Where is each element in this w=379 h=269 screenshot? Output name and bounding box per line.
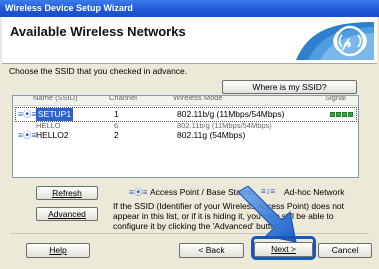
where-is-ssid-button[interactable]: Where is my SSID? xyxy=(222,80,357,94)
wireless-logo-icon: 𝓅 xyxy=(296,22,374,60)
advanced-label: Advanced xyxy=(48,209,86,219)
column-signal: Signal xyxy=(325,95,346,102)
column-ssid: Name (SSID) xyxy=(33,95,78,102)
network-ssid: SETUP1 xyxy=(36,108,74,121)
list-header: Name (SSID) Channel Wireless Mode Signal xyxy=(13,96,358,106)
page-title: Available Wireless Networks xyxy=(10,24,186,39)
help-label: Help xyxy=(49,245,67,255)
cancel-button[interactable]: Cancel xyxy=(318,243,372,258)
pointer-arrow-icon xyxy=(237,186,297,242)
help-button[interactable]: Help xyxy=(26,243,90,258)
instruction-text: Choose the SSID that you checked in adva… xyxy=(9,66,188,76)
column-mode: Wireless Mode xyxy=(173,95,223,102)
access-point-legend-icon: ≡⦿≡ xyxy=(129,187,148,197)
network-list[interactable]: Name (SSID) Channel Wireless Mode Signal… xyxy=(12,95,359,178)
signal-strength-icon xyxy=(330,108,354,117)
title-bar: Wireless Device Setup Wizard xyxy=(0,0,379,17)
refresh-label: Refresh xyxy=(52,188,82,198)
network-mode: 802.11g (54Mbps) xyxy=(177,130,246,140)
network-row-selected[interactable]: ≡⦿≡ SETUP1 1 802.11b/g (11Mbps/54Mbps) xyxy=(15,107,357,122)
network-mode: 802.11b/g (11Mbps/54Mbps) xyxy=(177,109,285,119)
divider xyxy=(10,233,369,234)
cancel-label: Cancel xyxy=(331,245,359,255)
back-button[interactable]: < Back xyxy=(179,243,244,258)
network-channel: 2 xyxy=(114,130,119,140)
header-panel: Available Wireless Networks 𝓅 xyxy=(2,17,377,64)
access-point-icon: ≡⦿≡ xyxy=(18,109,37,119)
network-ssid: HELLO2 xyxy=(36,130,69,140)
access-point-icon: ≡⦿≡ xyxy=(18,130,37,140)
network-channel: 1 xyxy=(114,109,119,119)
refresh-button[interactable]: Refresh xyxy=(36,186,98,200)
network-row[interactable]: ≡⦿≡ HELLO2 2 802.11g (54Mbps) xyxy=(16,129,356,142)
advanced-button[interactable]: Advanced xyxy=(36,207,98,221)
column-channel: Channel xyxy=(109,95,137,102)
next-highlight-frame xyxy=(251,236,316,260)
svg-text:𝓅: 𝓅 xyxy=(341,35,352,51)
back-label: < Back xyxy=(198,245,225,255)
wizard-window: Wireless Device Setup Wizard Available W… xyxy=(0,0,379,269)
